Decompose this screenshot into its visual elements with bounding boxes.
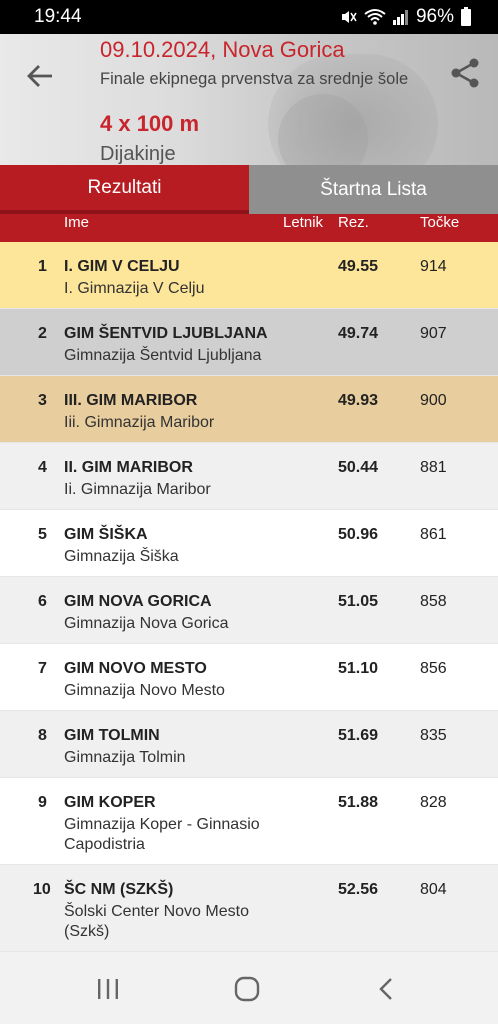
result-row[interactable]: 9 GIM KOPER Gimnazija Koper - Ginnasio C…: [0, 778, 498, 865]
system-nav-bar: [0, 954, 498, 1024]
back-arrow-icon[interactable]: [22, 58, 58, 94]
tab-start-list[interactable]: Štartna Lista: [249, 165, 498, 214]
points: 900: [420, 392, 447, 409]
share-icon[interactable]: [448, 56, 482, 90]
school-name: I. Gimnazija V Celju: [64, 280, 205, 297]
signal-icon: [392, 10, 408, 25]
rank: 5: [38, 526, 47, 543]
team-name: GIM TOLMIN: [64, 727, 160, 744]
status-bar: 19:44 96%: [0, 0, 498, 34]
school-name: Ii. Gimnazija Maribor: [64, 481, 211, 498]
recent-apps-icon[interactable]: [93, 974, 123, 1004]
school-name: Gimnazija Tolmin: [64, 749, 186, 766]
result-row[interactable]: 2 GIM ŠENTVID LJUBLJANA Gimnazija Šentvi…: [0, 309, 498, 376]
team-name: GIM NOVO MESTO: [64, 660, 207, 677]
school-name: Iii. Gimnazija Maribor: [64, 414, 215, 431]
results-column-header: Ime Letnik Rez. Točke: [0, 214, 498, 242]
result-row[interactable]: 5 GIM ŠIŠKA Gimnazija Šiška 50.96 861: [0, 510, 498, 577]
rank: 9: [38, 794, 47, 811]
result-time: 51.69: [338, 727, 379, 744]
column-name: Ime: [64, 214, 90, 231]
discipline: 4 x 100 m: [100, 111, 200, 136]
points: 858: [420, 593, 447, 610]
team-name: I. GIM V CELJU: [64, 258, 180, 275]
result-row[interactable]: 6 GIM NOVA GORICA Gimnazija Nova Gorica …: [0, 577, 498, 644]
back-nav-icon[interactable]: [372, 974, 402, 1004]
event-header: 09.10.2024, Nova Gorica Finale ekipnega …: [0, 34, 498, 165]
team-name: GIM ŠENTVID LJUBLJANA: [64, 325, 268, 342]
school-name: Gimnazija Koper - Ginnasio Capodistria: [64, 816, 260, 853]
result-time: 50.96: [338, 526, 379, 543]
school-name: Gimnazija Šentvid Ljubljana: [64, 347, 262, 364]
result-time: 50.44: [338, 459, 379, 476]
column-points: Točke: [420, 214, 460, 231]
result-row[interactable]: 4 II. GIM MARIBOR Ii. Gimnazija Maribor …: [0, 443, 498, 510]
points: 835: [420, 727, 447, 744]
rank: 2: [38, 325, 47, 342]
team-name: GIM KOPER: [64, 794, 156, 811]
points: 881: [420, 459, 447, 476]
battery-percent: 96%: [415, 6, 454, 27]
result-row[interactable]: 3 III. GIM MARIBOR Iii. Gimnazija Maribo…: [0, 376, 498, 443]
event-title: Finale ekipnega prvenstva za srednje šol…: [100, 70, 409, 88]
school-name: Gimnazija Šiška: [64, 548, 179, 565]
category: Dijakinje: [100, 143, 176, 165]
school-name: Gimnazija Nova Gorica: [64, 615, 229, 632]
result-time: 51.88: [338, 794, 379, 811]
battery-icon: [461, 7, 471, 26]
school-name: Gimnazija Novo Mesto: [64, 682, 225, 699]
team-name: GIM NOVA GORICA: [64, 593, 212, 610]
points: 804: [420, 881, 447, 898]
column-year: Letnik: [283, 214, 324, 231]
rank: 7: [38, 660, 47, 677]
tab-results[interactable]: Rezultati: [0, 165, 249, 214]
results-list: 1 I. GIM V CELJU I. Gimnazija V Celju 49…: [0, 242, 498, 952]
result-time: 51.05: [338, 593, 379, 610]
event-date-place: 09.10.2024, Nova Gorica: [100, 37, 345, 62]
status-time: 19:44: [34, 6, 82, 27]
school-name: Šolski Center Novo Mesto (Szkš): [64, 903, 249, 940]
mute-icon: [341, 11, 357, 23]
result-time: 51.10: [338, 660, 379, 677]
rank: 6: [38, 593, 47, 610]
wifi-icon: [364, 9, 386, 25]
result-time: 49.93: [338, 392, 379, 409]
result-row[interactable]: 8 GIM TOLMIN Gimnazija Tolmin 51.69 835: [0, 711, 498, 778]
points: 861: [420, 526, 447, 543]
column-result: Rez.: [338, 214, 369, 231]
tab-start-list-label: Štartna Lista: [320, 178, 427, 200]
team-name: II. GIM MARIBOR: [64, 459, 193, 476]
result-row[interactable]: 10 ŠC NM (SZKŠ) Šolski Center Novo Mesto…: [0, 865, 498, 952]
team-name: III. GIM MARIBOR: [64, 392, 198, 409]
home-icon[interactable]: [232, 974, 262, 1004]
team-name: ŠC NM (SZKŠ): [64, 881, 174, 898]
points: 828: [420, 794, 447, 811]
points: 856: [420, 660, 447, 677]
tab-results-label: Rezultati: [87, 176, 162, 198]
rank: 4: [38, 459, 47, 476]
tab-bar: Rezultati Štartna Lista: [0, 165, 498, 214]
rank: 8: [38, 727, 47, 744]
result-time: 49.74: [338, 325, 379, 342]
result-time: 52.56: [338, 881, 379, 898]
team-name: GIM ŠIŠKA: [64, 526, 148, 543]
points: 907: [420, 325, 447, 342]
rank: 3: [38, 392, 47, 409]
points: 914: [420, 258, 447, 275]
rank: 1: [38, 258, 47, 275]
result-row[interactable]: 1 I. GIM V CELJU I. Gimnazija V Celju 49…: [0, 242, 498, 309]
result-time: 49.55: [338, 258, 379, 275]
rank: 10: [33, 881, 51, 898]
result-row[interactable]: 7 GIM NOVO MESTO Gimnazija Novo Mesto 51…: [0, 644, 498, 711]
